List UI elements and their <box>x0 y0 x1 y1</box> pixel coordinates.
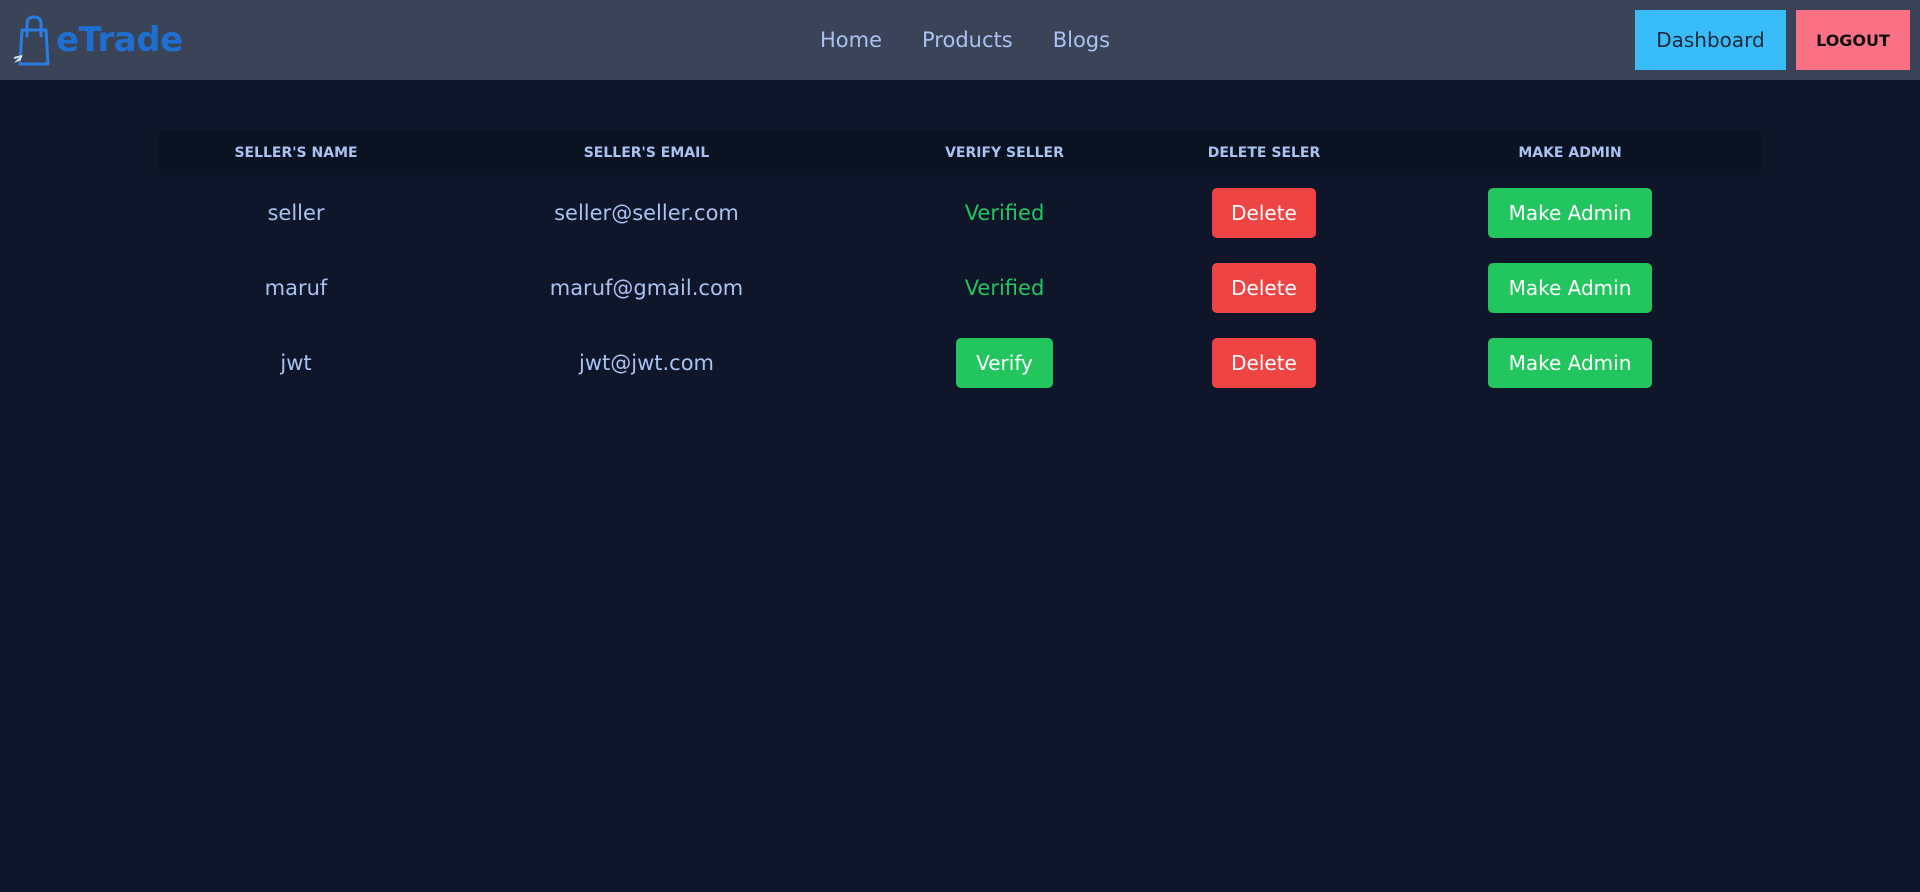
make-admin-cell: Make Admin <box>1379 325 1761 400</box>
logout-button[interactable]: LOGOUT <box>1796 10 1910 70</box>
main-nav: Home Products Blogs <box>800 0 1130 80</box>
sellers-table-container: SELLER'S NAME SELLER'S EMAIL VERIFY SELL… <box>159 130 1761 400</box>
verify-button[interactable]: Verify <box>956 337 1053 388</box>
table-row: maruf maruf@gmail.com Verified Delete Ma… <box>159 250 1761 325</box>
nav-home[interactable]: Home <box>800 28 902 52</box>
dashboard-button[interactable]: Dashboard <box>1635 10 1786 70</box>
header-sellers-name: SELLER'S NAME <box>234 144 358 161</box>
make-admin-button[interactable]: Make Admin <box>1488 187 1652 238</box>
delete-cell: Delete <box>1149 325 1379 400</box>
seller-email: seller@seller.com <box>554 200 739 225</box>
seller-name: maruf <box>264 275 328 300</box>
sellers-table: SELLER'S NAME SELLER'S EMAIL VERIFY SELL… <box>159 130 1761 400</box>
table-row: jwt jwt@jwt.com Verify Delete Make Admin <box>159 325 1761 400</box>
shopping-bag-icon <box>11 15 50 66</box>
header-sellers-email: SELLER'S EMAIL <box>583 144 710 161</box>
verify-cell: Verify <box>860 325 1149 400</box>
make-admin-button[interactable]: Make Admin <box>1488 262 1652 313</box>
table-row: seller seller@seller.com Verified Delete… <box>159 175 1761 250</box>
delete-button[interactable]: Delete <box>1212 337 1316 388</box>
make-admin-button[interactable]: Make Admin <box>1488 337 1652 388</box>
navbar: eTrade Home Products Blogs Dashboard LOG… <box>0 0 1920 80</box>
header-verify-seller: VERIFY SELLER <box>945 144 1064 161</box>
delete-button[interactable]: Delete <box>1212 187 1316 238</box>
nav-blogs[interactable]: Blogs <box>1033 28 1130 52</box>
seller-name: jwt <box>280 350 312 375</box>
nav-products[interactable]: Products <box>902 28 1033 52</box>
delete-button[interactable]: Delete <box>1212 262 1316 313</box>
make-admin-cell: Make Admin <box>1379 175 1761 250</box>
seller-email: jwt@jwt.com <box>578 350 714 375</box>
header-delete-seller: DELETE SELER <box>1207 144 1321 161</box>
verified-status: Verified <box>964 200 1045 225</box>
make-admin-cell: Make Admin <box>1379 250 1761 325</box>
verified-status: Verified <box>964 275 1045 300</box>
header-make-admin: MAKE ADMIN <box>1518 144 1622 161</box>
delete-cell: Delete <box>1149 175 1379 250</box>
seller-email: maruf@gmail.com <box>549 275 744 300</box>
seller-name: seller <box>267 200 325 225</box>
table-header-row: SELLER'S NAME SELLER'S EMAIL VERIFY SELL… <box>159 130 1761 175</box>
brand-name: eTrade <box>56 20 183 60</box>
delete-cell: Delete <box>1149 250 1379 325</box>
brand-logo[interactable]: eTrade <box>10 12 183 68</box>
